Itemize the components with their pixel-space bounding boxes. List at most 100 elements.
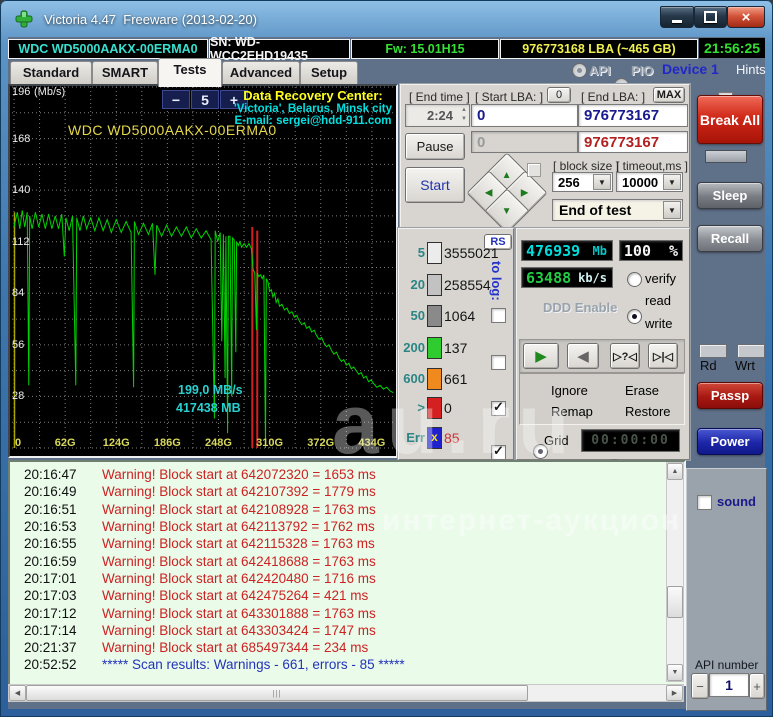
banner-title: Data Recovery Center: <box>243 88 383 103</box>
on-end-select[interactable]: End of test ▼ <box>552 199 683 221</box>
block-size-dropdown-arrow-icon[interactable]: ▼ <box>593 174 611 190</box>
speed-graph[interactable]: (Mb/s) − 5 + Data Recovery Center: 'Vict… <box>8 84 398 458</box>
scan-back-button[interactable]: ◀ <box>567 343 599 369</box>
timeout-label: [ timeout,ms ] <box>616 159 689 173</box>
block-size-value: 256 <box>558 174 580 190</box>
horizontal-scrollbar-thumb[interactable]: ||| <box>26 685 528 701</box>
log-over-checkbox[interactable] <box>491 443 506 460</box>
block-size-label: [ block size ] <box>553 159 620 173</box>
log-horizontal-scrollbar[interactable]: ◀ ||| ▶ <box>8 684 684 702</box>
title-bar[interactable]: Victoria 4.47 Freeware (2013-02-20) × <box>0 0 773 37</box>
close-button[interactable]: × <box>727 6 765 28</box>
sleep-button[interactable]: Sleep <box>697 182 763 209</box>
tab-smart[interactable]: SMART <box>92 61 158 86</box>
stat-label-600: 600 <box>403 371 425 386</box>
stat-label-over: > <box>417 400 425 415</box>
power-button[interactable]: Power <box>697 428 763 455</box>
to-log-label: to log: <box>489 261 504 301</box>
scroll-up-arrow-icon[interactable]: ▲ <box>667 463 683 480</box>
end-time-spin-arrows[interactable]: ▲ ▼ <box>461 106 467 124</box>
verify-radio-label: verify <box>645 271 677 286</box>
scan-seek-question-button[interactable]: ▷?◁ <box>610 343 640 369</box>
stat-block-err: x <box>427 427 442 449</box>
end-lba-input[interactable]: 976773167 <box>578 104 688 127</box>
minimize-button[interactable] <box>660 6 694 28</box>
timer-lcd: 00:00:00 <box>581 429 680 452</box>
ddd-enable-label: DDD Enable <box>543 300 618 315</box>
read-radio[interactable] <box>627 309 642 324</box>
log-entry: 20:16:55 Warning! Block start at 64211532… <box>24 536 375 552</box>
pause-button[interactable]: Pause <box>405 133 465 160</box>
block-size-select[interactable]: 256 ▼ <box>552 172 613 192</box>
log-50-checkbox[interactable] <box>491 308 506 323</box>
test-controls-panel: [ End time ] 2:24 ▲ ▼ [ Start LBA: ] 0 0 … <box>400 84 690 234</box>
read-radio-label: read <box>645 293 672 308</box>
window-title: Victoria 4.47 Freeware (2013-02-20) <box>44 12 257 27</box>
scan-play-button[interactable]: ▶ <box>523 343 559 369</box>
api-number-input[interactable]: 1 <box>709 673 749 697</box>
maximize-button[interactable] <box>694 6 727 28</box>
scroll-right-arrow-icon[interactable]: ▶ <box>666 685 683 701</box>
rd-label: Rd <box>700 358 717 373</box>
api-number-label: API number <box>695 658 759 672</box>
log-vertical-scrollbar[interactable]: ▲ ▼ <box>666 462 684 682</box>
timeout-value: 10000 <box>622 174 659 190</box>
stat-block-over <box>427 397 442 419</box>
max-lba-button[interactable]: MAX <box>653 87 685 103</box>
log-entry: 20:16:49 Warning! Block start at 64210739… <box>24 484 376 500</box>
tab-standard[interactable]: Standard <box>10 61 92 86</box>
tab-tests[interactable]: Tests <box>158 58 222 87</box>
api-number-increment-button[interactable]: + <box>749 673 765 699</box>
sound-checkbox[interactable] <box>697 495 712 510</box>
remap-radio-label: Remap <box>551 404 593 419</box>
tab-advanced[interactable]: Advanced <box>222 61 300 86</box>
seek-up-icon: ▲ <box>502 169 512 181</box>
break-all-button[interactable]: Break All <box>697 95 763 144</box>
write-radio-label: write <box>645 316 673 331</box>
break-progress-bar <box>705 150 747 163</box>
stat-label-200: 200 <box>403 340 425 355</box>
seek-pad-checkbox[interactable] <box>527 163 541 177</box>
log-200-checkbox[interactable] <box>491 355 506 370</box>
close-icon: × <box>741 8 751 26</box>
pio-radio-label: PIO <box>631 63 654 78</box>
scroll-down-arrow-icon[interactable]: ▼ <box>667 664 683 681</box>
api-number-decrement-button[interactable]: − <box>691 673 709 699</box>
on-end-value: End of test <box>559 202 632 218</box>
start-button[interactable]: Start <box>405 167 465 203</box>
x-axis-tick: 434G <box>358 437 386 449</box>
y-axis-tick: 84 <box>12 287 25 300</box>
speed-lcd: 63488 kb/s <box>521 267 613 288</box>
recall-button[interactable]: Recall <box>697 225 763 252</box>
api-radio[interactable] <box>572 63 587 78</box>
timeout-select[interactable]: 10000 ▼ <box>616 172 683 192</box>
log-entry: 20:52:52 ***** Scan results: Warnings - 6… <box>24 657 405 673</box>
y-axis-tick: 168 <box>12 132 31 145</box>
timeout-dropdown-arrow-icon[interactable]: ▼ <box>663 174 681 190</box>
stat-block-200 <box>427 337 442 359</box>
start-lba-zero-button[interactable]: 0 <box>547 87 571 103</box>
x-axis-tick: 0 <box>14 437 22 449</box>
rd-indicator <box>699 344 727 358</box>
api-radio-label: API <box>589 63 611 78</box>
on-end-dropdown-arrow-icon[interactable]: ▼ <box>663 201 681 219</box>
log-scrollbar-thumb[interactable] <box>667 586 683 618</box>
graph-zoom-out-button[interactable]: − <box>162 90 190 109</box>
device-label: Device 1 <box>662 61 719 77</box>
end-time-spinner[interactable]: 2:24 ▲ ▼ <box>405 104 470 127</box>
log-600-checkbox[interactable] <box>491 399 506 416</box>
cursor-speed-readout: 199,0 MB/s <box>178 383 243 397</box>
scroll-left-arrow-icon[interactable]: ◀ <box>9 685 26 701</box>
tab-setup[interactable]: Setup <box>300 61 358 86</box>
stat-value-20: 258554 <box>444 277 491 293</box>
verify-radio[interactable] <box>627 272 642 287</box>
seek-end-icon: ▷|◁ <box>653 350 673 363</box>
start-lba-input[interactable]: 0 <box>471 104 578 127</box>
scan-seek-end-button[interactable]: ▷|◁ <box>648 343 678 369</box>
log-entry: 20:17:12 Warning! Block start at 64330188… <box>24 605 376 621</box>
passp-button[interactable]: Passp <box>697 382 763 409</box>
end-lba-label: [ End LBA: ] <box>581 90 646 104</box>
stat-block-20 <box>427 274 442 296</box>
log-entry: 20:16:47 Warning! Block start at 64207232… <box>24 467 376 483</box>
timer-lcd-value: 00:00:00 <box>591 433 670 448</box>
